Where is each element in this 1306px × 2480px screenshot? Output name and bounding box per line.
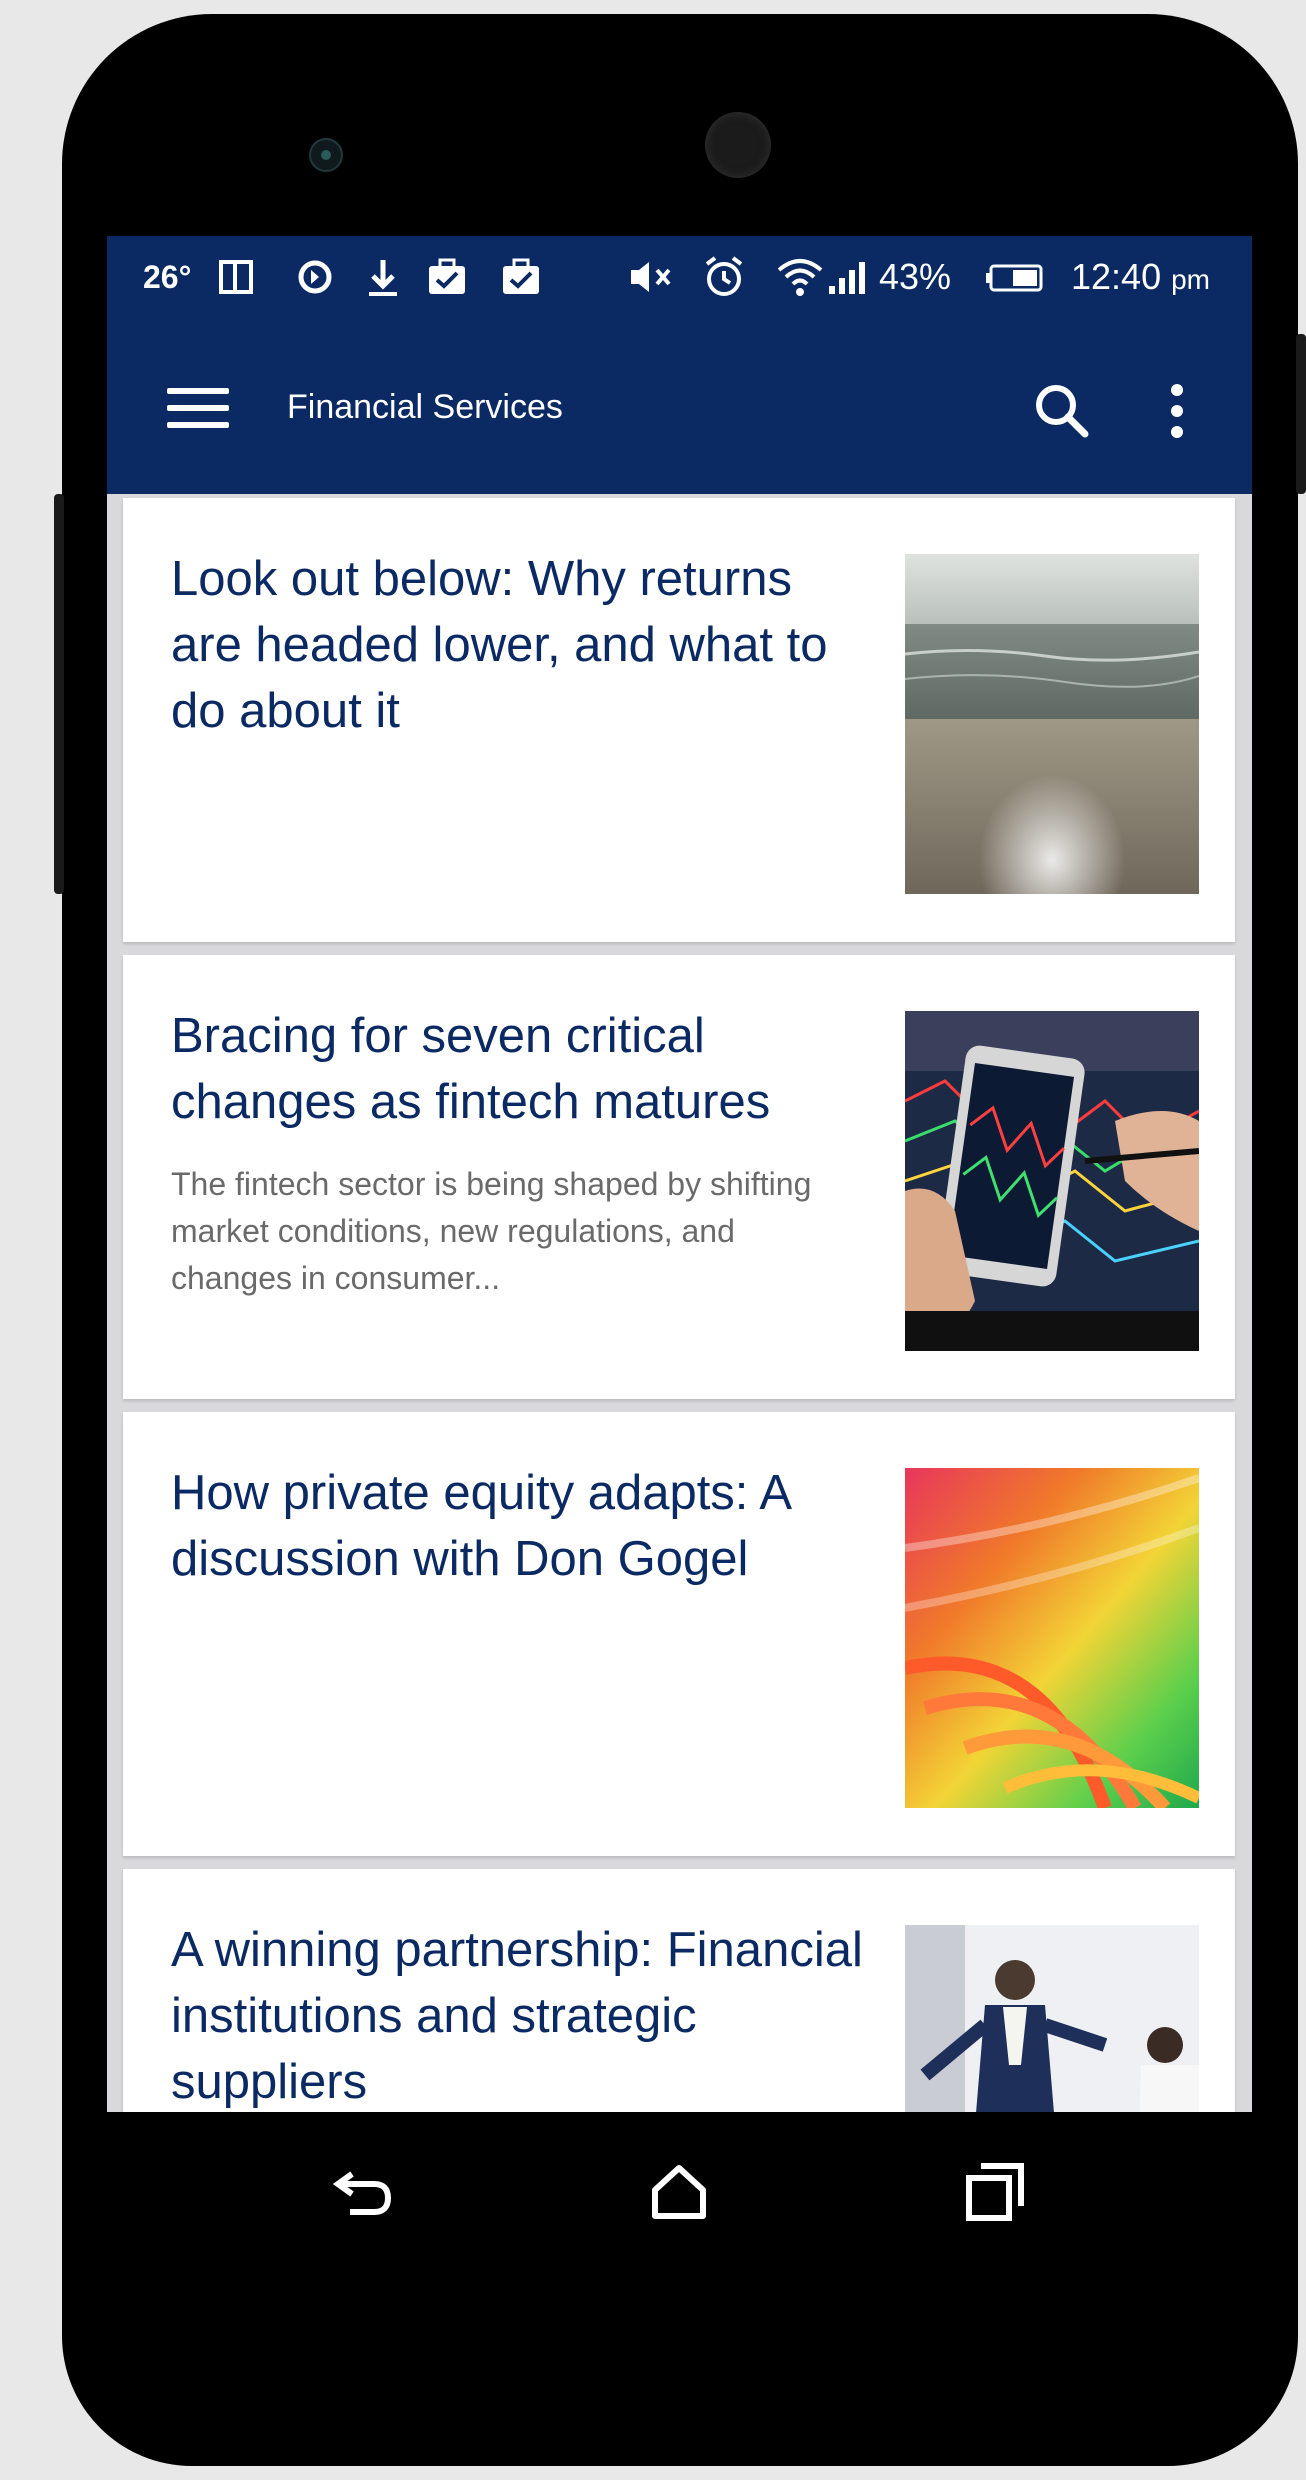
beach-horizon-image — [905, 554, 1199, 894]
business-presentation-image — [905, 1925, 1199, 2112]
battery-percent: 43% — [879, 256, 952, 297]
signal-icon — [825, 252, 869, 302]
back-icon[interactable] — [324, 2152, 404, 2232]
volume-button — [54, 494, 64, 894]
article-card[interactable]: Bracing for seven critical changes as fi… — [123, 955, 1235, 1399]
article-title: A winning partnership: Financial institu… — [171, 1923, 863, 2109]
app-bar: Financial Services — [107, 320, 1252, 494]
clock-time-value: 12:40 — [1071, 256, 1162, 297]
article-summary: The fintech sector is being shaped by sh… — [171, 1166, 812, 1296]
temperature-text: 26° — [143, 259, 192, 295]
briefcase-check-icon — [425, 252, 469, 302]
article-title: Look out below: Why returns are headed l… — [171, 552, 828, 738]
more-vert-icon[interactable] — [1157, 376, 1197, 446]
smartphone-stock-chart-image — [905, 1011, 1199, 1351]
clock-time-suffix: pm — [1171, 264, 1211, 295]
briefcase-check-icon — [499, 252, 543, 302]
search-icon[interactable] — [1027, 376, 1097, 446]
article-title: How private equity adapts: A discussion … — [171, 1466, 790, 1586]
sync-icon — [293, 252, 337, 302]
article-card[interactable]: Look out below: Why returns are headed l… — [123, 498, 1235, 942]
article-title: Bracing for seven critical changes as fi… — [171, 1009, 771, 1129]
recents-icon[interactable] — [955, 2152, 1035, 2232]
front-camera — [705, 112, 771, 178]
front-sensor — [309, 138, 343, 172]
download-icon — [365, 252, 401, 302]
menu-icon[interactable] — [167, 388, 229, 428]
rainbow-spring-image — [905, 1468, 1199, 1808]
clock-time: 12:40 pm — [1071, 252, 1210, 302]
article-card[interactable]: How private equity adapts: A discussion … — [123, 1412, 1235, 1856]
home-icon[interactable] — [639, 2152, 719, 2232]
status-bar: 26° 43% 12:40 pm — [107, 236, 1252, 320]
alarm-icon — [701, 252, 747, 302]
battery-icon — [983, 252, 1045, 302]
article-card[interactable]: A winning partnership: Financial institu… — [123, 1869, 1235, 2112]
sim-icon — [217, 252, 257, 302]
app-title: Financial Services — [287, 388, 563, 426]
power-button — [1296, 334, 1306, 494]
wifi-icon — [775, 252, 825, 302]
article-list: Look out below: Why returns are headed l… — [107, 494, 1252, 2112]
screen: 26° 43% 12:40 pm Financial Services Look… — [107, 236, 1252, 2112]
mute-icon — [627, 252, 677, 302]
